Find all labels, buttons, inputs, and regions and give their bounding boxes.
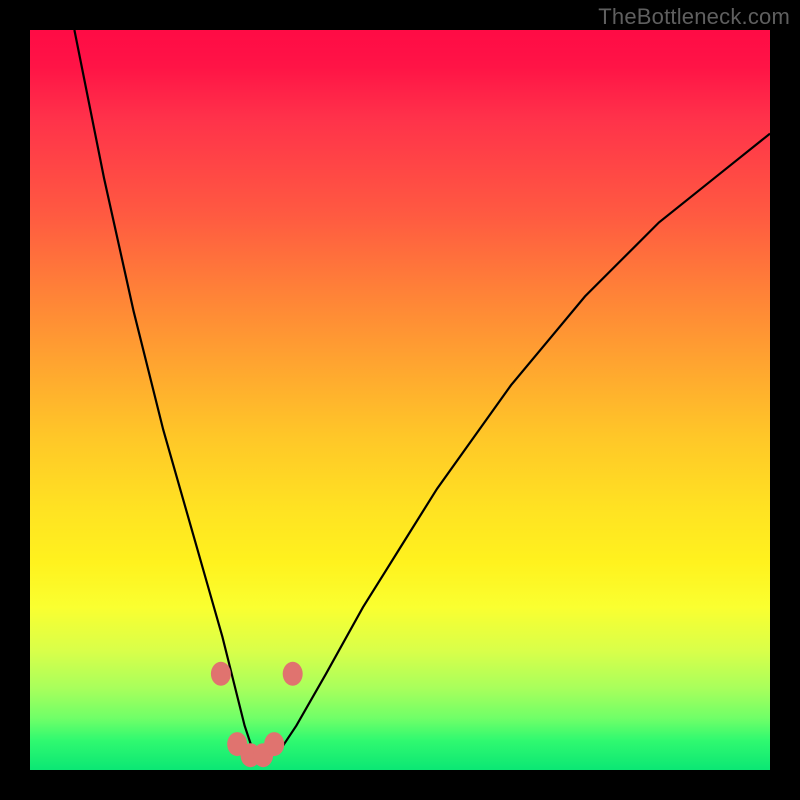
curve-marker	[211, 662, 231, 686]
curve-marker	[264, 732, 284, 756]
curve-marker	[283, 662, 303, 686]
watermark-text: TheBottleneck.com	[598, 4, 790, 30]
chart-frame: TheBottleneck.com	[0, 0, 800, 800]
bottleneck-curve	[30, 30, 770, 770]
plot-area	[30, 30, 770, 770]
